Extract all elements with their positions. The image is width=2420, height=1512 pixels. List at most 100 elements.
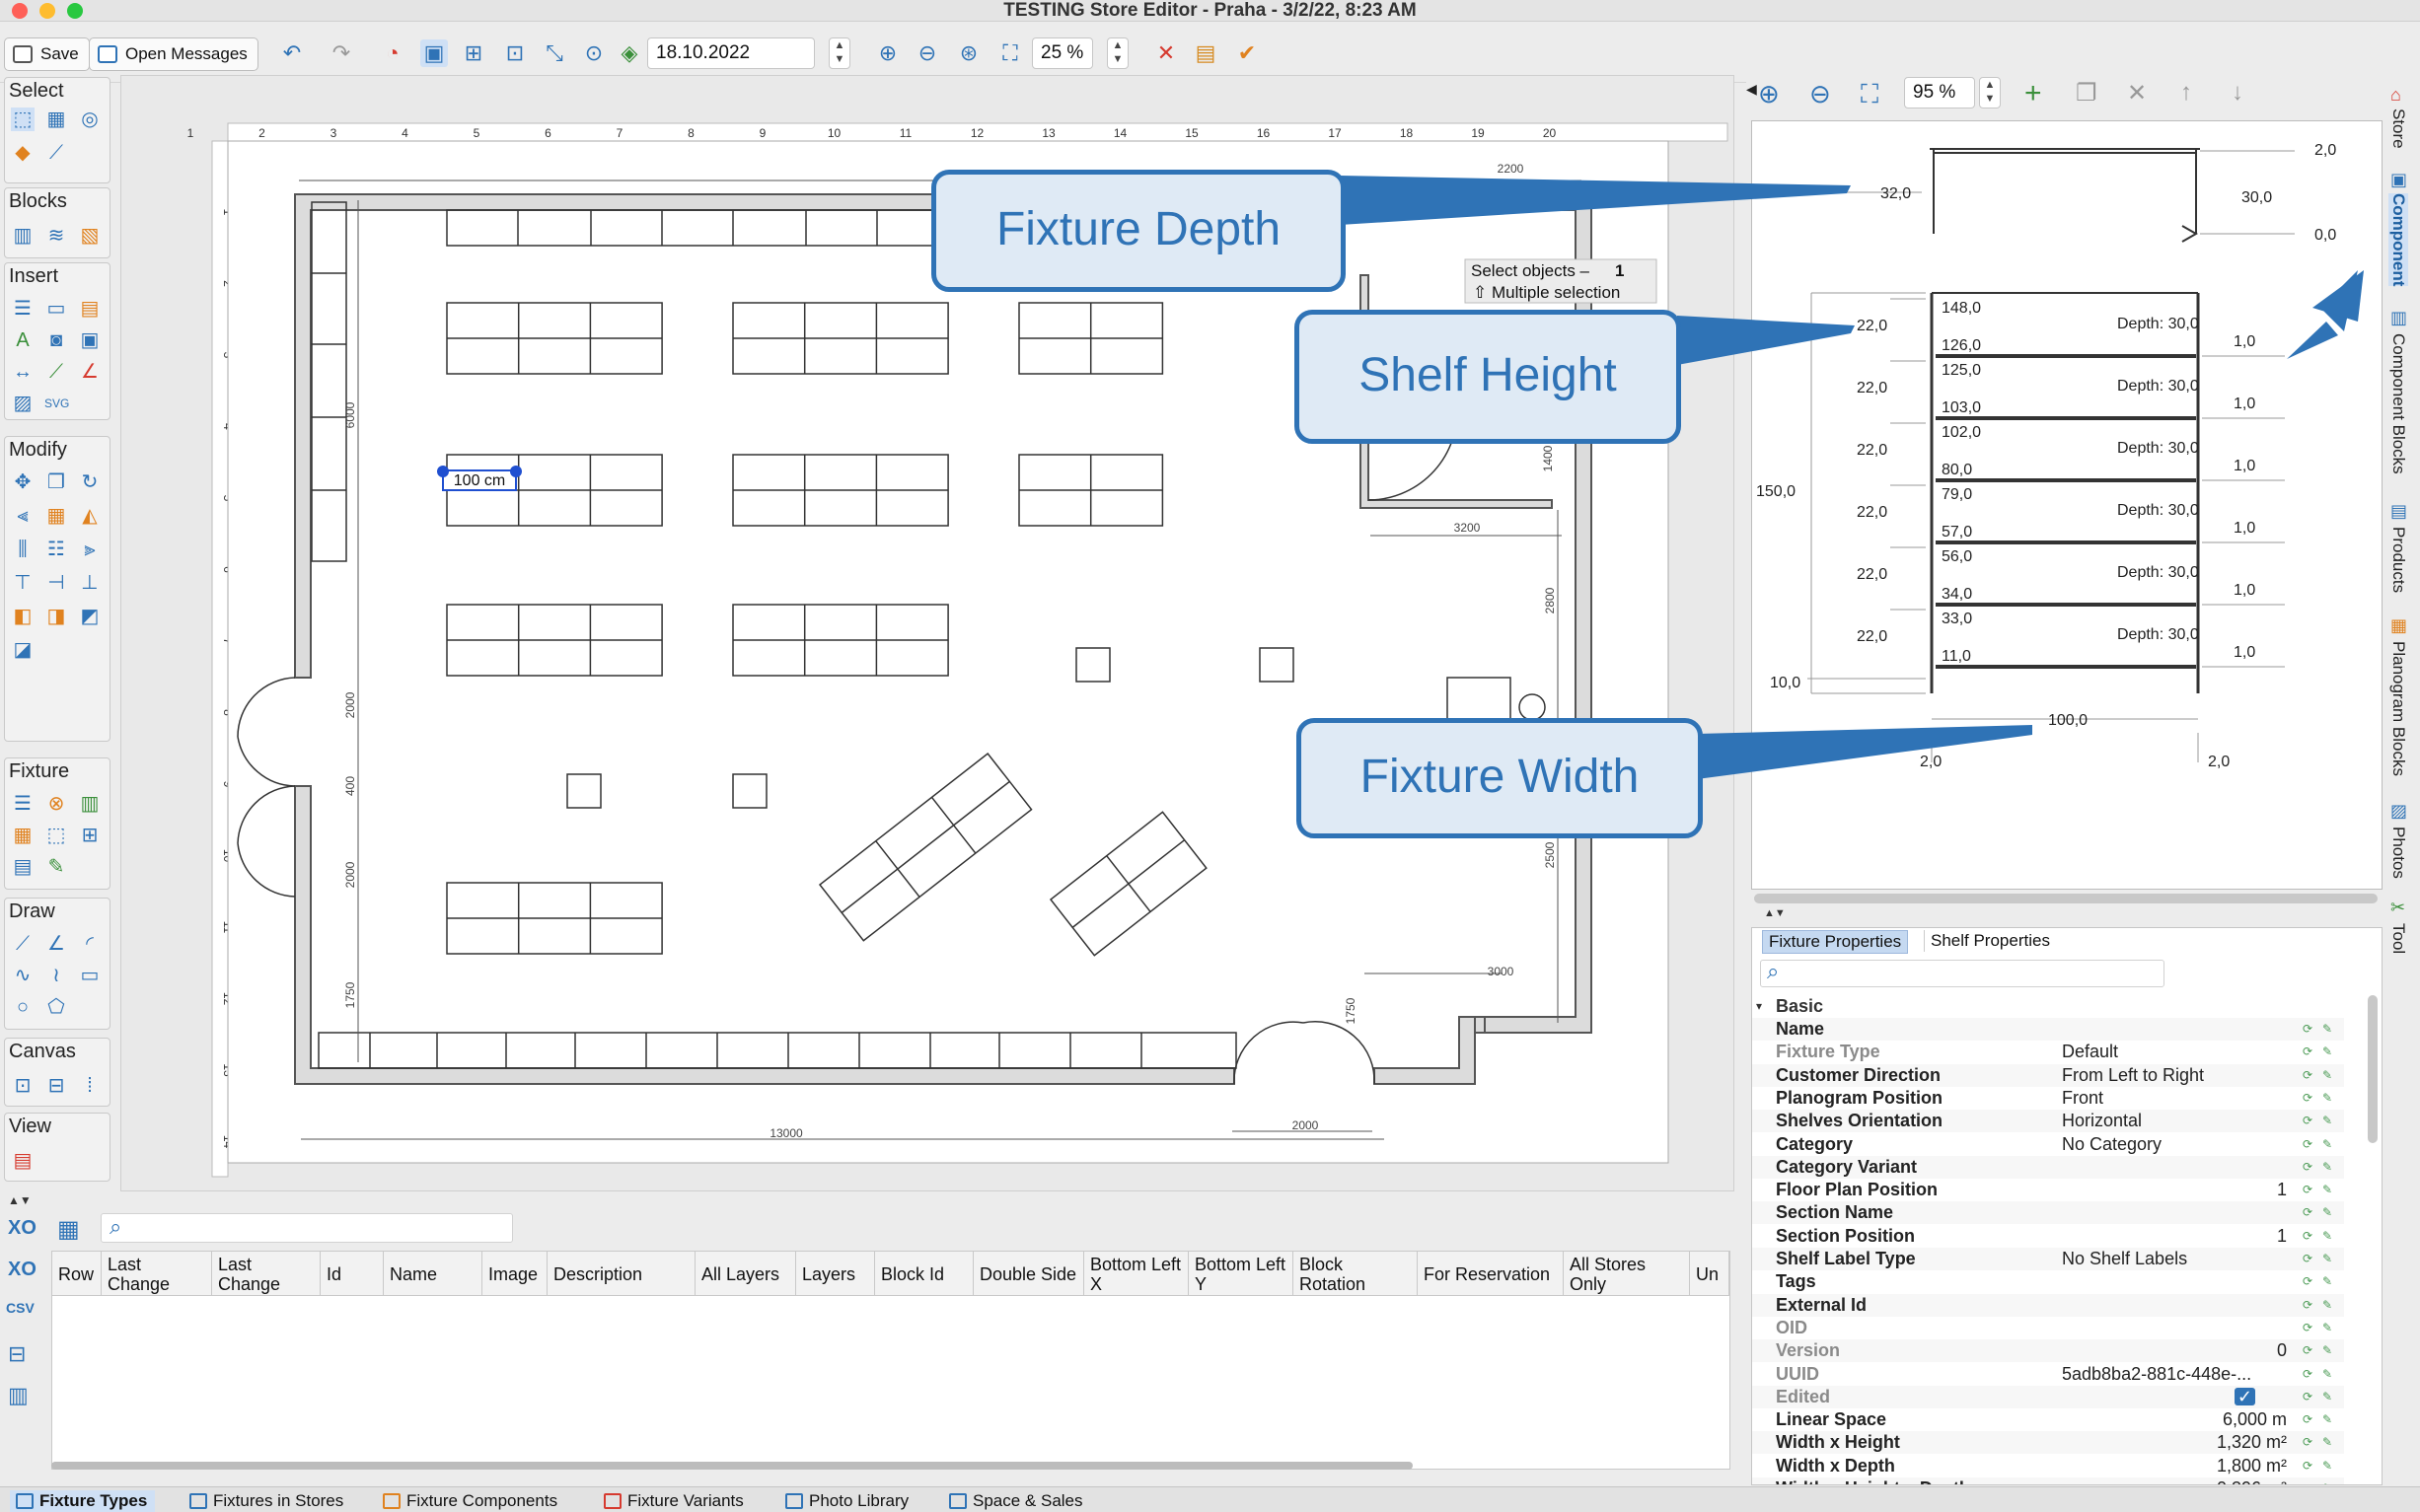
grid-column-header[interactable]: Bottom Left Y [1189,1252,1293,1297]
insert-dimension-icon[interactable]: ↔ [11,360,35,384]
edit-icon[interactable]: ✎ [2320,1022,2334,1036]
grid-column-header[interactable]: Last Change [212,1252,321,1297]
grid-body[interactable] [51,1296,1730,1470]
property-value[interactable]: 1 [2277,1179,2287,1201]
draw-spline-icon[interactable]: ≀ [44,964,68,987]
grid-column-header[interactable]: Layers [796,1252,875,1297]
draw-line-icon[interactable]: ⟋ [11,932,35,956]
property-row[interactable]: Shelves Orientation Horizontal ⟳ ✎ [1752,1110,2344,1133]
edit-icon[interactable]: ✎ [2320,1412,2334,1426]
insert-frame-icon[interactable]: ▭ [44,297,68,321]
tab-fixture-types[interactable]: Fixture Types [10,1490,156,1512]
rotate-icon[interactable]: ↻ [78,470,102,494]
tab-fixture-components[interactable]: Fixture Components [377,1490,565,1512]
property-value[interactable]: From Left to Right [2062,1064,2204,1087]
canvas-grid-icon[interactable]: ⁞ [78,1074,102,1098]
property-value[interactable]: 0,396 m³ [2217,1477,2287,1484]
align-right-icon[interactable]: ⫸ [78,538,102,561]
zoom-selection-icon[interactable]: ⊛ [955,39,983,67]
redo-icon[interactable]: ↷ [328,39,355,67]
tab-planogram-blocks[interactable]: Planogram Blocks [2388,641,2408,776]
canvas-fit-icon[interactable]: ⊡ [11,1074,35,1098]
distribute-v-icon[interactable]: ☷ [44,538,68,561]
block-group-icon[interactable]: ▧ [78,224,102,248]
grid-column-header[interactable]: Description [548,1252,696,1297]
property-value[interactable]: Default [2062,1041,2118,1063]
grid-column-header[interactable]: Id [321,1252,384,1297]
properties-search-field[interactable]: ⌕ [1760,959,2164,987]
snap-icon[interactable]: ⊡ [501,39,529,67]
fixture-shelf-icon[interactable]: ☰ [11,792,35,816]
zoom-out-icon[interactable]: ⊖ [914,39,941,67]
edit-icon[interactable]: ✎ [2320,1252,2334,1265]
grid-column-header[interactable]: Bottom Left X [1084,1252,1189,1297]
preview-fit-icon[interactable]: ⛶ [1861,79,1878,110]
property-row[interactable]: Fixture Type Default ⟳ ✎ [1752,1041,2344,1063]
zoom-field[interactable] [1032,37,1093,69]
split-arrows-icon[interactable]: ▲▼ [1764,907,1786,919]
draw-circle-icon[interactable]: ○ [11,995,35,1019]
grid-column-header[interactable]: For Reservation [1418,1252,1564,1297]
insert-label-icon[interactable]: A [11,328,35,352]
view-layout-icon[interactable]: ▤ [11,1149,35,1173]
property-value[interactable]: 6,000 m [2223,1408,2287,1431]
fixture-grid-icon[interactable]: ▦ [11,824,35,847]
edit-icon[interactable]: ✎ [2320,1183,2334,1196]
reset-icon[interactable]: ⟳ [2301,1091,2314,1105]
fixture-edit-icon[interactable]: ✎ [44,855,68,879]
edit-icon[interactable]: ✎ [2320,1229,2334,1243]
reset-icon[interactable]: ⟳ [2301,1114,2314,1127]
grid-search-field[interactable]: ⌕ [101,1213,513,1243]
csv-icon[interactable]: CSV [6,1300,35,1316]
canvas-ruler-icon[interactable]: ⊟ [44,1074,68,1098]
reset-icon[interactable]: ⟳ [2301,1481,2314,1484]
tab-shelf-properties[interactable]: Shelf Properties [1924,930,2056,952]
select-layer-icon[interactable]: ◆ [11,141,35,165]
insert-angle-icon[interactable]: ∠ [78,360,102,384]
insert-svg-icon[interactable]: SVG [44,392,69,415]
property-row[interactable]: Section Name ⟳ ✎ [1752,1201,2344,1225]
reset-icon[interactable]: ⟳ [2301,1022,2314,1036]
insert-camera-icon[interactable]: ◙ [44,328,68,352]
property-row[interactable]: Category No Category ⟳ ✎ [1752,1133,2344,1156]
property-row[interactable]: Planogram Position Front ⟳ ✎ [1752,1087,2344,1110]
reset-icon[interactable]: ⟳ [2301,1343,2314,1357]
select-area-icon[interactable]: ▦ [44,108,68,131]
save-button[interactable]: Save [4,37,90,71]
floor-plan-canvas[interactable]: 1234567891011121314151617181920 12345678… [120,75,1734,1191]
grid-column-header[interactable]: All Layers [696,1252,796,1297]
property-row[interactable]: Linear Space 6,000 m ⟳ ✎ [1752,1408,2344,1431]
grid-column-header[interactable]: Double Side [974,1252,1084,1297]
reset-icon[interactable]: ⟳ [2301,1274,2314,1288]
chart-icon[interactable]: ▥ [8,1383,29,1408]
draw-polyline-icon[interactable]: ∠ [44,932,68,956]
minimize-window-button[interactable] [39,3,55,19]
table-settings-icon[interactable]: ▦ [57,1215,80,1244]
xo-icon[interactable]: XO [8,1217,37,1240]
fit-icon[interactable]: ⊞ [460,39,487,67]
date-stepper[interactable]: ▲ ▼ [829,37,850,69]
property-row[interactable]: Name ⟳ ✎ [1752,1018,2344,1041]
move-icon[interactable]: ✥ [11,470,35,494]
move-down-icon[interactable]: ↓ [2232,79,2243,107]
property-row[interactable]: Width x Depth 1,800 m² ⟳ ✎ [1752,1455,2344,1477]
draw-arc-icon[interactable]: ◜ [78,932,102,956]
insert-image-icon[interactable]: ▨ [11,392,35,415]
undo-icon[interactable]: ↶ [278,39,306,67]
ungroup-icon[interactable]: ◨ [44,605,68,628]
preview-zoom-field[interactable] [1904,77,1975,108]
zoom-in-icon[interactable]: ⊕ [874,39,902,67]
property-row[interactable]: Customer Direction From Left to Right ⟳ ✎ [1752,1063,2344,1087]
draw-rect-icon[interactable]: ▭ [78,964,102,987]
tab-space-sales[interactable]: Space & Sales [943,1490,1091,1512]
import-icon[interactable]: ⊟ [8,1341,26,1367]
property-row[interactable]: Edited ✓ ⟳ ✎ [1752,1385,2344,1408]
select-target-icon[interactable]: ◎ [78,108,102,131]
grid-column-header[interactable]: All Stores Only [1564,1252,1690,1297]
reset-icon[interactable]: ⟳ [2301,1321,2314,1334]
edit-icon[interactable]: ✎ [2320,1343,2334,1357]
property-row[interactable]: Width x Height 1,320 m² ⟳ ✎ [1752,1431,2344,1455]
delete-icon[interactable]: ✕ [1152,39,1180,67]
reset-icon[interactable]: ⟳ [2301,1252,2314,1265]
edit-icon[interactable]: ✎ [2320,1390,2334,1404]
